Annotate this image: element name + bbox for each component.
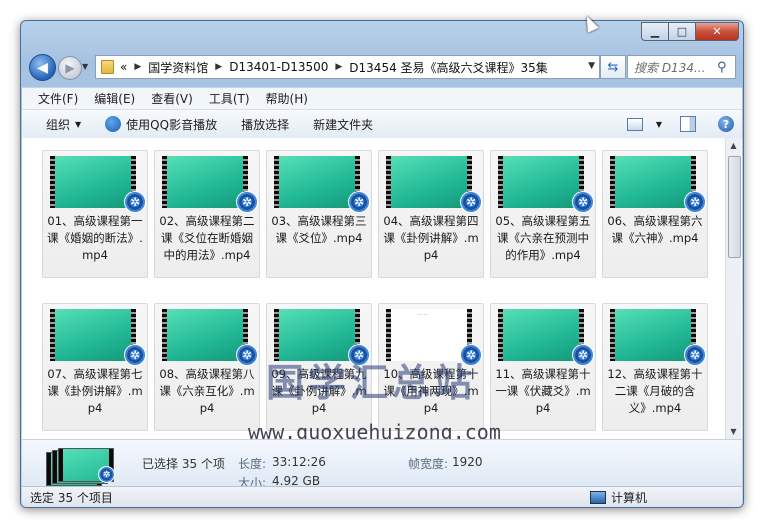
organize-label: 组织 <box>46 117 71 132</box>
folder-icon <box>101 60 114 74</box>
file-item[interactable]: ✲ 05、高级课程第五课《六亲在预测中的作用》.mp4 <box>490 150 596 278</box>
computer-icon <box>590 491 606 504</box>
status-location: 计算机 <box>590 489 647 506</box>
video-reel-icon: ✲ <box>236 344 258 366</box>
window-controls: ▁ □ ✕ <box>641 22 739 41</box>
file-item[interactable]: ✲ 07、高级课程第七课《卦例讲解》.mp4 <box>42 303 148 431</box>
file-item[interactable]: ✲ 06、高级课程第六课《六神》.mp4 <box>602 150 708 278</box>
search-placeholder: 搜索 D134... <box>634 60 706 75</box>
file-name: 08、高级课程第八课《六亲互化》.mp4 <box>159 367 255 415</box>
back-button[interactable]: ◀ <box>29 54 56 81</box>
search-icon[interactable]: ⚲ <box>717 60 735 75</box>
file-name: 03、高级课程第三课《爻位》.mp4 <box>271 214 367 245</box>
video-reel-icon: ✲ <box>348 191 370 213</box>
breadcrumb-item[interactable]: 国学资料馆 <box>148 59 208 76</box>
explorer-window: ▁ □ ✕ ◀ ▶ ▼ « ▶ 国学资料馆 ▶ D13401-D13500 ▶ … <box>20 20 744 508</box>
refresh-button[interactable]: ⇆ <box>600 55 626 79</box>
breadcrumb-overflow[interactable]: « <box>120 60 127 74</box>
maximize-button[interactable]: □ <box>668 22 696 41</box>
length-label-text: 长度: <box>238 457 267 471</box>
file-item[interactable]: ✲ 12、高级课程第十二课《月破的含义》.mp4 <box>602 303 708 431</box>
play-selected-button[interactable]: 播放选择 <box>241 116 289 133</box>
file-item[interactable]: ✲ 08、高级课程第八课《六亲互化》.mp4 <box>154 303 260 431</box>
status-selection-text: 选定 35 个项目 <box>30 491 113 505</box>
file-name: 04、高级课程第四课《卦例讲解》.mp4 <box>383 214 479 262</box>
menu-help[interactable]: 帮助(H) <box>266 90 308 107</box>
video-reel-icon: ✲ <box>572 191 594 213</box>
scroll-up-icon[interactable]: ▲ <box>726 138 741 153</box>
selected-count: 已选择 35 个项 <box>142 457 225 471</box>
status-bar: 选定 35 个项目 计算机 <box>22 486 742 507</box>
watermark-url: www.guoxuehuizong.com <box>248 420 501 439</box>
address-dropdown-icon[interactable]: ▼ <box>588 61 595 71</box>
vertical-scrollbar[interactable]: ▲ ▼ <box>725 138 741 439</box>
video-reel-icon: ✲ <box>684 344 706 366</box>
menu-bar: 文件(F) 编辑(E) 查看(V) 工具(T) 帮助(H) <box>22 87 742 109</box>
video-reel-icon: ✲ <box>236 191 258 213</box>
details-pane: ✲ 已选择 35 个项 长度: 33:12:26 大小: 4.92 GB 帧宽度… <box>22 439 742 490</box>
file-name: 06、高级课程第六课《六神》.mp4 <box>607 214 703 245</box>
length-value: 33:12:26 <box>272 455 326 469</box>
chevron-down-icon: ▼ <box>75 119 82 129</box>
file-item[interactable]: ✲ 02、高级课程第二课《爻位在断婚姻中的用法》.mp4 <box>154 150 260 278</box>
play-selected-label: 播放选择 <box>241 117 290 132</box>
file-name: 05、高级课程第五课《六亲在预测中的作用》.mp4 <box>495 214 591 262</box>
file-item[interactable]: ✲ 11、高级课程第十一课《伏藏爻》.mp4 <box>490 303 596 431</box>
address-bar[interactable]: « ▶ 国学资料馆 ▶ D13401-D13500 ▶ D13454 圣易《高级… <box>95 55 600 79</box>
video-reel-icon: ✲ <box>98 466 115 483</box>
scrollbar-thumb[interactable] <box>728 156 741 258</box>
chevron-right-icon[interactable]: ▶ <box>134 62 141 72</box>
video-reel-icon: ✲ <box>572 344 594 366</box>
file-name: 07、高级课程第七课《卦例讲解》.mp4 <box>47 367 143 415</box>
file-name: 11、高级课程第十一课《伏藏爻》.mp4 <box>495 367 591 415</box>
forward-button[interactable]: ▶ <box>58 56 82 80</box>
menu-view[interactable]: 查看(V) <box>151 90 193 107</box>
file-name: 01、高级课程第一课《婚姻的断法》.mp4 <box>47 214 143 262</box>
help-icon[interactable]: ? <box>718 116 734 132</box>
refresh-icon: ⇆ <box>607 59 619 75</box>
chevron-right-icon[interactable]: ▶ <box>215 62 222 72</box>
file-item[interactable]: ✲ 04、高级课程第四课《卦例讲解》.mp4 <box>378 150 484 278</box>
video-reel-icon: ✲ <box>124 344 146 366</box>
breadcrumb-item[interactable]: D13401-D13500 <box>229 60 328 74</box>
frame-width-label: 帧宽度: <box>408 457 449 471</box>
minimize-button[interactable]: ▁ <box>641 22 669 41</box>
change-view-icon[interactable] <box>626 117 643 131</box>
menu-tools[interactable]: 工具(T) <box>209 90 250 107</box>
frame-width-value: 1920 <box>452 455 483 469</box>
length-label: 长度: <box>238 455 266 472</box>
arrow-left-icon: ◀ <box>37 59 48 76</box>
view-controls: ▼ ? <box>626 110 742 138</box>
video-reel-icon: ✲ <box>684 191 706 213</box>
recent-pages-dropdown[interactable]: ▼ <box>82 62 88 71</box>
view-options-dropdown-icon[interactable]: ▼ <box>656 120 662 129</box>
video-reel-icon: ✲ <box>124 191 146 213</box>
file-name: 02、高级课程第二课《爻位在断婚姻中的用法》.mp4 <box>159 214 255 262</box>
arrow-right-icon: ▶ <box>65 61 75 75</box>
breadcrumb-current[interactable]: D13454 圣易《高级六爻课程》35集 <box>349 59 548 76</box>
close-button[interactable]: ✕ <box>695 22 739 41</box>
menu-file[interactable]: 文件(F) <box>38 90 78 107</box>
organize-button[interactable]: 组织 ▼ <box>46 116 81 133</box>
qq-play-button[interactable]: 使用QQ影音播放 <box>105 116 217 133</box>
file-view: ✲ 01、高级课程第一课《婚姻的断法》.mp4 ✲ 02、高级课程第二课《爻位在断婚姻… <box>22 138 742 439</box>
new-folder-button[interactable]: 新建文件夹 <box>313 116 373 133</box>
new-folder-label: 新建文件夹 <box>313 117 374 132</box>
status-location-text: 计算机 <box>611 491 648 505</box>
watermark-title: 国学汇总站 <box>266 361 477 405</box>
navigation-bar: ◀ ▶ ▼ « ▶ 国学资料馆 ▶ D13401-D13500 ▶ D13454… <box>29 54 736 81</box>
qq-player-icon <box>105 116 122 132</box>
file-item[interactable]: ✲ 03、高级课程第三课《爻位》.mp4 <box>266 150 372 278</box>
scroll-down-icon[interactable]: ▼ <box>726 424 741 439</box>
command-bar: 组织 ▼ 使用QQ影音播放 播放选择 新建文件夹 ▼ ? <box>22 109 742 139</box>
video-reel-icon: ✲ <box>460 191 482 213</box>
preview-pane-icon[interactable] <box>680 116 696 132</box>
file-name: 12、高级课程第十二课《月破的含义》.mp4 <box>607 367 703 415</box>
chevron-right-icon[interactable]: ▶ <box>335 62 342 72</box>
qq-play-label: 使用QQ影音播放 <box>126 117 218 132</box>
file-item[interactable]: ✲ 01、高级课程第一课《婚姻的断法》.mp4 <box>42 150 148 278</box>
selection-thumbnail: ✲ <box>46 448 118 486</box>
search-input[interactable]: 搜索 D134... ⚲ <box>627 55 736 79</box>
menu-edit[interactable]: 编辑(E) <box>94 90 135 107</box>
